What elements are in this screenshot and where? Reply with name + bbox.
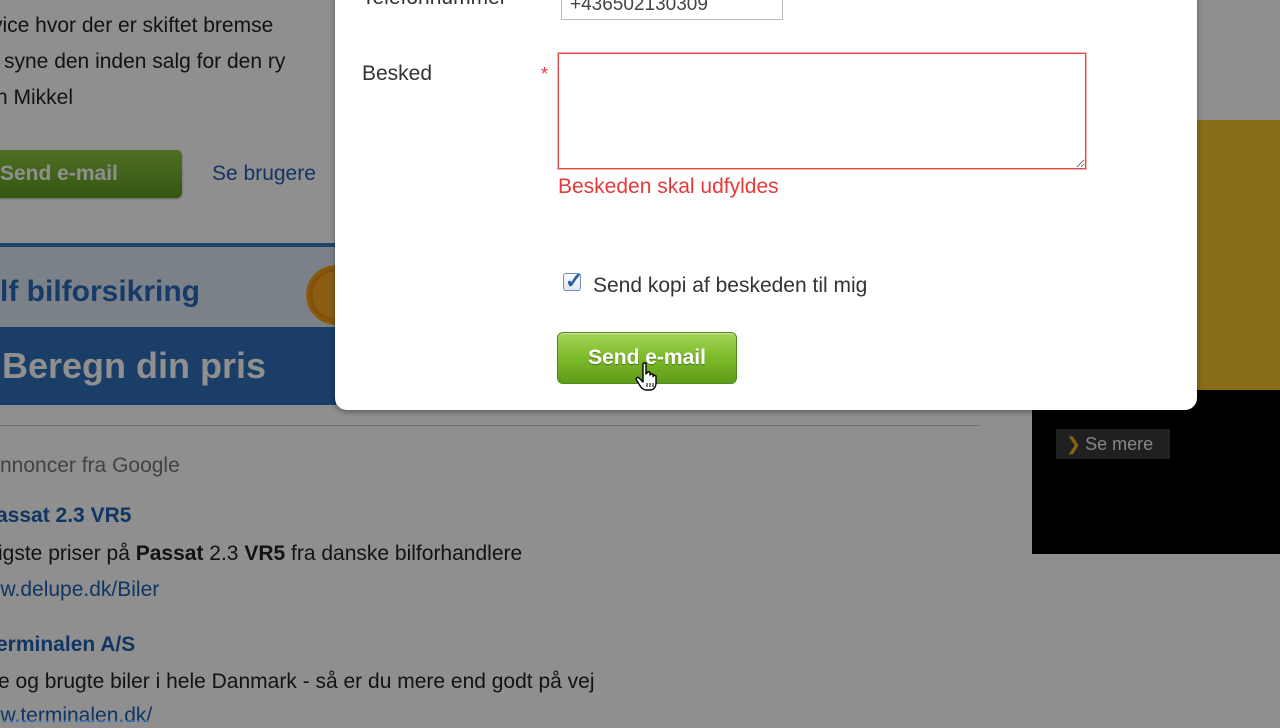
message-error: Beskeden skal udfyldes xyxy=(558,175,779,198)
message-label: Besked xyxy=(362,62,433,85)
phone-input[interactable] xyxy=(561,0,783,20)
contact-modal: Telefonnummer Besked * Beskeden skal udf… xyxy=(335,0,1197,410)
send-copy-checkbox[interactable]: ✓ xyxy=(563,268,583,293)
message-textarea[interactable] xyxy=(557,52,1087,170)
phone-label: Telefonnummer xyxy=(362,0,507,10)
required-marker: * xyxy=(541,64,549,84)
send-copy-label[interactable]: Send kopi af beskeden til mig xyxy=(593,274,867,298)
check-icon: ✓ xyxy=(565,268,584,293)
hand-pointer-icon xyxy=(635,362,657,391)
